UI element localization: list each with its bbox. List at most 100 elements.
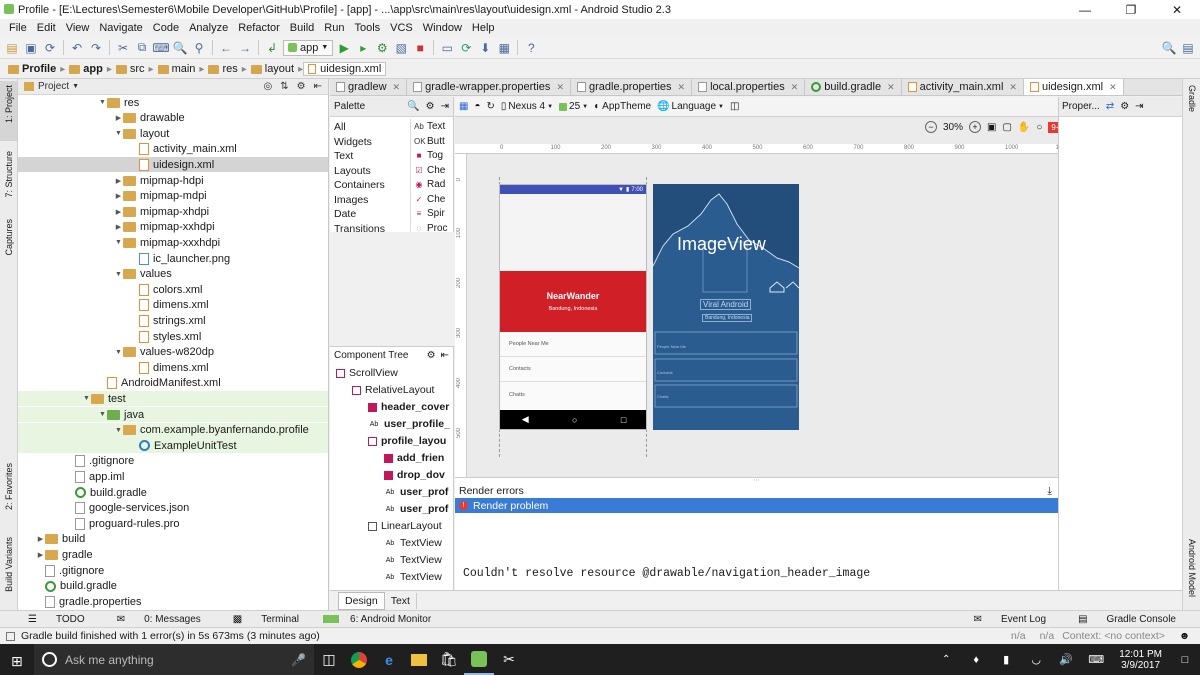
android-device-monitor-icon[interactable]: ▦ <box>496 40 512 56</box>
forward-icon[interactable]: → <box>237 40 253 56</box>
close-tab-icon[interactable]: ✕ <box>1109 82 1117 93</box>
gradle-console-tool-button[interactable]: ▤ Gradle Console <box>1062 614 1192 625</box>
expand-arrow-icon[interactable]: ▼ <box>114 349 123 356</box>
run-config-select[interactable]: app ▼ <box>283 39 334 56</box>
microphone-icon[interactable]: 🎤 <box>291 653 306 667</box>
project-tree-item[interactable]: colors.xml <box>18 282 328 297</box>
replace-icon[interactable]: ⚲ <box>191 40 207 56</box>
project-tree-item[interactable]: .gitignore <box>18 563 328 578</box>
menu-refactor[interactable]: Refactor <box>233 22 285 34</box>
scroll-from-source-icon[interactable]: ◎ <box>264 81 273 92</box>
maximize-icon[interactable]: ❐ <box>1108 3 1154 17</box>
hide-panel-icon[interactable]: ⇤ <box>441 350 449 361</box>
component-tree-item[interactable]: RelativeLayout <box>352 384 434 396</box>
breadcrumb-current[interactable]: uidesign.xml <box>303 62 387 76</box>
editor-tab[interactable]: activity_main.xml ✕ <box>902 79 1024 95</box>
palette-widget[interactable]: ≡ Spir <box>414 208 445 219</box>
component-tree-item[interactable]: Ab TextView <box>384 537 442 549</box>
instant-run-icon[interactable]: ▸ <box>355 40 371 56</box>
palette-category[interactable]: Transitions <box>334 223 385 235</box>
snipping-tool-icon[interactable]: ✂ <box>494 644 524 675</box>
project-tree-item[interactable]: styles.xml <box>18 329 328 344</box>
component-tree-item[interactable]: Ab user_prof <box>384 503 449 515</box>
palette-category[interactable]: Date <box>334 208 356 220</box>
expand-arrow-icon[interactable]: ▼ <box>114 130 123 137</box>
close-icon[interactable]: ✕ <box>1154 3 1200 17</box>
settings-gear-icon[interactable]: ⚙ <box>427 350 436 361</box>
theme-select[interactable]: ◐ AppTheme <box>594 101 651 112</box>
project-tree-item[interactable]: gradle.properties <box>18 594 328 609</box>
breadcrumb-item[interactable]: Profile <box>4 63 60 75</box>
open-folder-icon[interactable]: ▤ <box>4 40 20 56</box>
paste-icon[interactable]: ⌨ <box>152 40 169 56</box>
close-tab-icon[interactable]: ✕ <box>678 82 686 93</box>
editor-tab[interactable]: uidesign.xml ✕ <box>1023 79 1124 95</box>
project-tree-item[interactable]: activity_main.xml <box>18 142 328 157</box>
project-tree-item[interactable]: ▼ com.example.byanfernando.profile <box>18 422 328 438</box>
pan-icon[interactable]: ✋ <box>1018 122 1030 133</box>
project-tree-item[interactable]: ExampleUnitTest <box>18 438 328 454</box>
expand-arrow-icon[interactable]: ▼ <box>114 427 123 434</box>
download-icon[interactable]: ⤓ <box>1047 485 1052 498</box>
android-model-tool-tab[interactable]: Android Model <box>1187 539 1197 597</box>
component-tree-item[interactable]: LinearLayout <box>368 520 442 532</box>
expand-arrow-icon[interactable]: ▼ <box>82 395 91 402</box>
collapse-arrow-icon[interactable]: ▶ <box>114 208 123 216</box>
avd-manager-icon[interactable]: ▭ <box>439 40 455 56</box>
palette-widget[interactable]: ■ Tog <box>414 150 444 161</box>
orientation-icon[interactable]: ↻ <box>487 101 495 112</box>
menu-window[interactable]: Window <box>418 22 467 34</box>
sync-icon[interactable]: ⟳ <box>42 40 58 56</box>
find-icon[interactable]: 🔍 <box>172 40 188 56</box>
zoom-fit-icon[interactable]: ▣ <box>987 122 996 133</box>
menu-file[interactable]: File <box>4 22 32 34</box>
tab-design[interactable]: Design <box>338 591 385 610</box>
show-hidden-icons[interactable]: ⌃ <box>931 644 961 675</box>
project-tree-item[interactable]: uidesign.xml <box>18 157 328 173</box>
make-project-icon[interactable]: ↲ <box>264 40 280 56</box>
project-tree-item[interactable]: ▶ build <box>18 532 328 547</box>
palette-widget[interactable]: Ab Text <box>414 121 445 132</box>
menu-run[interactable]: Run <box>319 22 349 34</box>
palette-category[interactable]: Images <box>334 194 368 206</box>
issues-badge[interactable]: 9+ <box>1048 121 1058 133</box>
android-monitor-tool-button[interactable]: 6: Android Monitor <box>315 614 447 625</box>
volume-icon[interactable]: 🔊 <box>1051 644 1081 675</box>
menu-view[interactable]: View <box>61 22 95 34</box>
chevron-down-icon[interactable]: ▼ <box>72 83 79 90</box>
component-tree-item[interactable]: profile_layou <box>368 435 446 447</box>
notifications-icon[interactable]: □ <box>1170 644 1200 675</box>
breadcrumb-item[interactable]: main <box>154 63 200 75</box>
component-tree-item[interactable]: ScrollView <box>336 367 398 379</box>
project-tree-item[interactable]: build.gradle <box>18 579 328 594</box>
component-tree-item[interactable]: Ab user_prof <box>384 486 449 498</box>
terminal-tool-button[interactable]: ▩ Terminal <box>217 614 315 625</box>
debug-icon[interactable]: ⚙ <box>374 40 390 56</box>
project-tree-item[interactable]: ic_launcher.png <box>18 251 328 266</box>
edge-icon[interactable]: e <box>374 644 404 675</box>
collapse-arrow-icon[interactable]: ▶ <box>114 177 123 185</box>
project-tree-item[interactable]: proguard-rules.pro <box>18 516 328 531</box>
blueprint-mode-icon[interactable]: ◓ <box>474 101 480 112</box>
project-view-select[interactable]: Project <box>38 81 69 92</box>
render-problem-item[interactable]: ! Render problem <box>455 498 1058 513</box>
project-tool-tab[interactable]: 1: Project <box>4 85 14 123</box>
menu-build[interactable]: Build <box>285 22 319 34</box>
toggle-tool-windows-icon[interactable] <box>6 631 15 641</box>
project-tree-item[interactable]: app.iml <box>18 469 328 484</box>
device-select[interactable]: ▯ Nexus 4 ▼ <box>501 101 553 112</box>
palette-category[interactable]: Containers <box>334 179 385 191</box>
close-tab-icon[interactable]: ✕ <box>887 82 895 93</box>
project-tree-item[interactable]: AndroidManifest.xml <box>18 376 328 391</box>
component-tree-item[interactable]: add_frien <box>384 452 444 464</box>
collapse-arrow-icon[interactable]: ▶ <box>114 223 123 231</box>
menu-help[interactable]: Help <box>467 22 500 34</box>
settings-gear-icon[interactable]: ⚙ <box>426 101 435 112</box>
collapse-arrow-icon[interactable]: ▶ <box>114 114 123 122</box>
zoom-in-icon[interactable]: + <box>969 121 982 133</box>
close-tab-icon[interactable]: ✕ <box>393 82 401 93</box>
project-tree-item[interactable]: ▼ mipmap-xxxhdpi <box>18 235 328 250</box>
copy-icon[interactable]: ⧉ <box>134 40 150 56</box>
attach-debugger-icon[interactable]: ▧ <box>393 40 409 56</box>
editor-tab[interactable]: local.properties ✕ <box>692 79 806 95</box>
